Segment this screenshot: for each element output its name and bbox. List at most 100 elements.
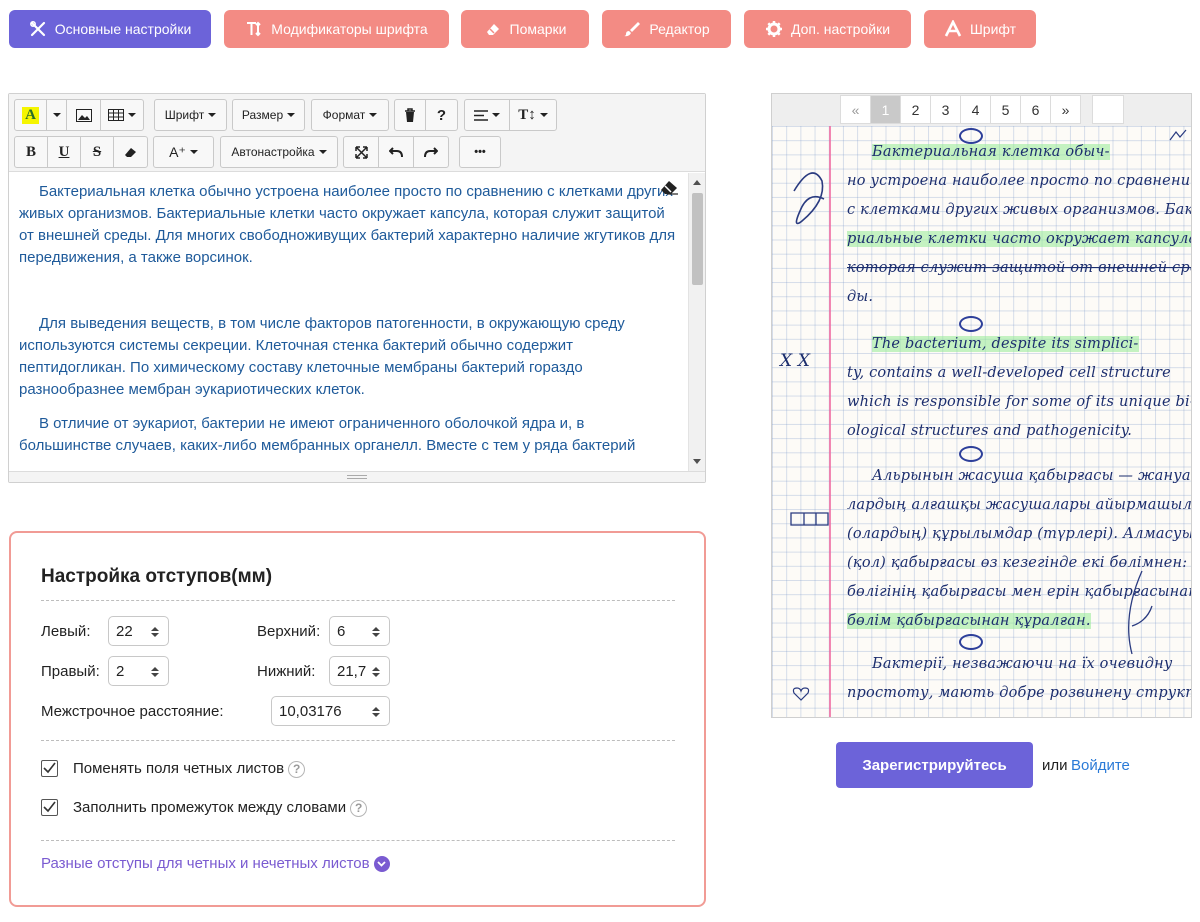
page-5[interactable]: 5 <box>990 95 1021 124</box>
eraser-icon[interactable] <box>659 179 679 200</box>
fill-gap-label: Заполнить промежуток между словами? <box>73 799 368 817</box>
autosetup-dropdown[interactable]: Автонастройка <box>221 137 337 167</box>
tab-label: Модификаторы шрифта <box>271 21 428 37</box>
line-spacing-input[interactable]: 10,03176 <box>271 696 390 726</box>
view-history-group <box>343 136 449 168</box>
pager-bar: « 1 2 3 4 5 6 » <box>772 94 1191 126</box>
font-grow-dropdown[interactable]: A⁺ <box>154 137 213 167</box>
color-image-table-group: A <box>14 99 144 131</box>
page-2[interactable]: 2 <box>900 95 931 124</box>
page-jump-input[interactable] <box>1092 95 1124 124</box>
caret-down-icon <box>539 113 548 117</box>
editor-resize-handle[interactable] <box>9 471 705 482</box>
strikethrough-button[interactable]: S <box>81 137 114 167</box>
scroll-up-icon[interactable] <box>693 180 701 185</box>
font-family-dropdown[interactable]: Шрифт <box>155 100 226 130</box>
caret-down-icon <box>208 113 217 117</box>
scroll-thumb[interactable] <box>692 193 703 285</box>
more-button[interactable]: ••• <box>460 137 500 167</box>
editor-content[interactable]: Бактериальная клетка обычно устроена наи… <box>9 173 689 471</box>
autosetup-label: Автонастройка <box>231 145 315 159</box>
spinner-arrows-icon[interactable] <box>151 666 159 678</box>
page-3[interactable]: 3 <box>930 95 961 124</box>
handwritten-line: бөлігінің қабырғасы мен ерін қабырғасына… <box>847 584 1192 600</box>
right-margin-label: Правый: <box>41 663 100 680</box>
handwritten-line: (қол) қабырғасы өз кезегінде екі бөлімне… <box>847 555 1192 571</box>
register-button[interactable]: Зарегистрируйтесь <box>836 742 1033 788</box>
different-margins-link[interactable]: Разные отступы для четных и нечетных лис… <box>41 855 390 873</box>
redo-button[interactable] <box>414 137 448 167</box>
caret-down-icon <box>52 113 61 117</box>
align-dropdown[interactable] <box>465 100 510 130</box>
editor-scrollbar[interactable] <box>688 173 705 471</box>
insert-image-button[interactable] <box>67 100 101 130</box>
editor-paragraph: Бактериальная клетка обычно устроена наи… <box>19 183 676 266</box>
panel-title: Настройка отступов(мм) <box>41 566 273 587</box>
page-6[interactable]: 6 <box>1020 95 1051 124</box>
page-prev[interactable]: « <box>840 95 871 124</box>
page-4[interactable]: 4 <box>960 95 991 124</box>
bottom-margin-value: 21,7 <box>337 662 367 680</box>
delete-button[interactable] <box>395 100 426 130</box>
doodle-image <box>793 172 825 225</box>
text-color-button[interactable]: A <box>15 100 47 130</box>
size-dropdown-label: Размер <box>241 108 284 122</box>
spinner-arrows-icon[interactable] <box>372 666 380 678</box>
help-button[interactable]: ? <box>426 100 457 130</box>
handwritten-line: лардың алғашқы жасушалары айырмашылығы <box>847 497 1192 513</box>
divider <box>41 740 675 741</box>
tab-basic-settings[interactable]: Основные настройки <box>9 10 211 48</box>
left-margin-value: 22 <box>116 622 133 640</box>
right-margin-input[interactable]: 2 <box>108 656 169 686</box>
caret-down-icon <box>189 150 198 154</box>
login-link[interactable]: Войдите <box>1071 757 1130 774</box>
spinner-arrows-icon[interactable] <box>151 626 159 638</box>
line-spacing-label: Межстрочное расстояние: <box>41 703 224 720</box>
tab-extra-settings[interactable]: Доп. настройки <box>744 10 911 48</box>
font-size-dropdown[interactable]: Размер <box>233 100 304 130</box>
tab-font-modifiers[interactable]: Модификаторы шрифта <box>224 10 449 48</box>
handwritten-line: простоту, мають добре розвинену структу- <box>847 685 1192 701</box>
format-dropdown-label: Формат <box>322 108 366 122</box>
text-style-group: B U S <box>14 136 148 168</box>
insert-table-button[interactable] <box>101 100 143 130</box>
help-icon[interactable]: ? <box>288 760 306 778</box>
line-height-dropdown[interactable]: T↕ <box>510 100 556 130</box>
page-next[interactable]: » <box>1050 95 1081 124</box>
fullscreen-button[interactable] <box>344 137 379 167</box>
flag-ua-icon <box>959 634 983 650</box>
spinner-arrows-icon[interactable] <box>372 626 380 638</box>
fill-gap-checkbox[interactable] <box>41 799 58 816</box>
strikethrough-icon: S <box>92 143 102 160</box>
handwriting-preview: « 1 2 3 4 5 6 » X X Бактериальная клетка… <box>771 93 1192 718</box>
heart-image <box>792 687 810 701</box>
help-icon[interactable]: ? <box>350 799 368 817</box>
scroll-down-icon[interactable] <box>693 459 701 464</box>
tab-editor[interactable]: Редактор <box>602 10 731 48</box>
align-left-icon <box>474 109 488 121</box>
top-margin-input[interactable]: 6 <box>329 616 390 646</box>
handwritten-line: ды. <box>847 289 874 305</box>
handwritten-line: ty, contains a well-developed cell struc… <box>847 365 1171 381</box>
swap-even-label: Поменять поля четных листов? <box>73 760 306 778</box>
tab-blots[interactable]: Помарки <box>461 10 589 48</box>
letter-a-icon <box>944 20 962 37</box>
swap-even-checkbox[interactable] <box>41 760 58 777</box>
undo-button[interactable] <box>379 137 414 167</box>
tab-font[interactable]: Шрифт <box>924 10 1036 48</box>
caret-down-icon <box>287 113 296 117</box>
text-color-dropdown[interactable] <box>47 100 67 130</box>
handwritten-line: (олардың) құрылымдар (түрлері). Алмасуы … <box>847 526 1192 542</box>
bottom-margin-input[interactable]: 21,7 <box>329 656 390 686</box>
clear-format-button[interactable] <box>114 137 147 167</box>
spinner-arrows-icon[interactable] <box>372 706 380 718</box>
page-1[interactable]: 1 <box>870 95 901 124</box>
handwritten-text: Бактериальная клетка обыч- <box>872 144 1110 160</box>
handwritten-text: The bacterium, despite its simplici- <box>872 336 1139 352</box>
underline-button[interactable]: U <box>48 137 81 167</box>
left-margin-input[interactable]: 22 <box>108 616 169 646</box>
align-lineheight-group: T↕ <box>464 99 557 131</box>
bold-button[interactable]: B <box>15 137 48 167</box>
format-dropdown[interactable]: Формат <box>312 100 388 130</box>
